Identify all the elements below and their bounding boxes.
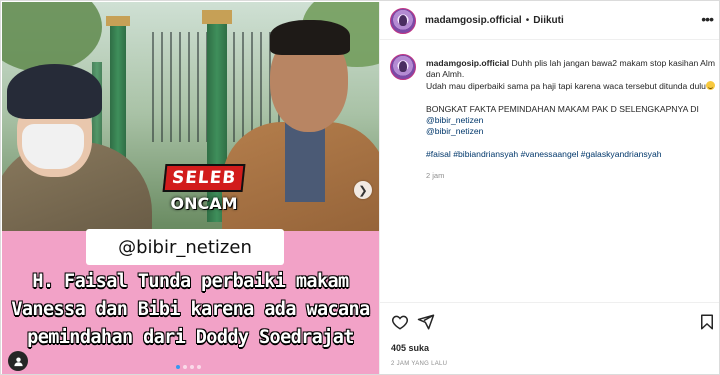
media-caption-line: Vanessa dan Bibi karena ada wacana <box>11 299 370 320</box>
caption-paragraph: Udah mau diperbaiki sama pa haji tapi ka… <box>426 80 718 92</box>
seleb-oncam-watermark: SELEB ONCAM <box>154 164 254 226</box>
caption-line-2: Udah mau diperbaiki sama pa haji tapi ka… <box>426 80 706 91</box>
post-media[interactable]: SELEB ONCAM ❯ @bibir_netizen H. Faisal T… <box>2 2 379 374</box>
carousel-dot <box>176 365 180 369</box>
caption-text: madamgosip.official Duhh plis lah jangan… <box>426 58 718 181</box>
carousel-dot <box>197 365 201 369</box>
bookmark-icon[interactable] <box>698 313 716 331</box>
hashtag-links[interactable]: #faisal #bibiandriansyah #vanessaangel #… <box>426 149 718 160</box>
handle-text: @bibir_netizen <box>118 236 252 258</box>
carousel-next-button[interactable]: ❯ <box>354 181 372 199</box>
header-username[interactable]: madamgosip.official <box>425 15 522 26</box>
caption-line-3: BONGKAT FAKTA PEMINDAHAN MAKAM PAK D SEL… <box>426 103 699 114</box>
man-hair <box>270 20 350 55</box>
pillar-cap <box>202 10 232 24</box>
watermark-top: SELEB <box>162 164 246 192</box>
action-bar: 405 suka 2 JAM YANG LALU <box>380 302 719 374</box>
woman-face-mask <box>22 124 84 169</box>
user-tag-icon <box>13 356 23 366</box>
mention-link[interactable]: @bibir_netizen <box>426 115 718 126</box>
likes-count[interactable]: 405 suka <box>391 343 429 353</box>
carousel-indicator <box>176 365 201 369</box>
pillar-cap <box>106 16 130 26</box>
header-separator: • <box>525 15 530 26</box>
handle-box: @bibir_netizen <box>86 229 284 265</box>
chevron-right-icon: ❯ <box>358 184 368 197</box>
mention-link[interactable]: @bibir_netizen <box>426 126 718 137</box>
avatar[interactable] <box>390 54 416 80</box>
caption-username[interactable]: madamgosip.official <box>426 58 509 68</box>
avatar[interactable] <box>390 7 416 34</box>
caption-paragraph: madamgosip.official Duhh plis lah jangan… <box>426 58 718 81</box>
grimacing-emoji-icon <box>705 80 715 90</box>
post-details-panel: madamgosip.official • Diikuti ••• madamg… <box>379 2 719 374</box>
post-header: madamgosip.official • Diikuti ••• <box>380 2 719 40</box>
heart-icon[interactable] <box>391 313 409 331</box>
follow-status-button[interactable]: Diikuti <box>533 15 564 26</box>
woman-beanie <box>7 64 102 119</box>
carousel-dot <box>190 365 194 369</box>
caption-time: 2 jam <box>426 170 445 180</box>
more-options-icon[interactable]: ••• <box>701 11 714 27</box>
media-caption: H. Faisal Tunda perbaiki makam Vanessa d… <box>2 268 379 352</box>
share-icon[interactable] <box>417 313 435 331</box>
media-caption-line: pemindahan dari Doddy Soedrajat <box>27 327 354 348</box>
carousel-dot <box>183 365 187 369</box>
user-tag-button[interactable] <box>8 351 28 371</box>
man-shirt <box>285 122 325 202</box>
watermark-bottom: ONCAM <box>170 194 238 213</box>
media-caption-line: H. Faisal Tunda perbaiki makam <box>32 271 349 292</box>
instagram-post-frame: SELEB ONCAM ❯ @bibir_netizen H. Faisal T… <box>0 0 720 375</box>
post-timestamp: 2 JAM YANG LALU <box>391 361 448 367</box>
